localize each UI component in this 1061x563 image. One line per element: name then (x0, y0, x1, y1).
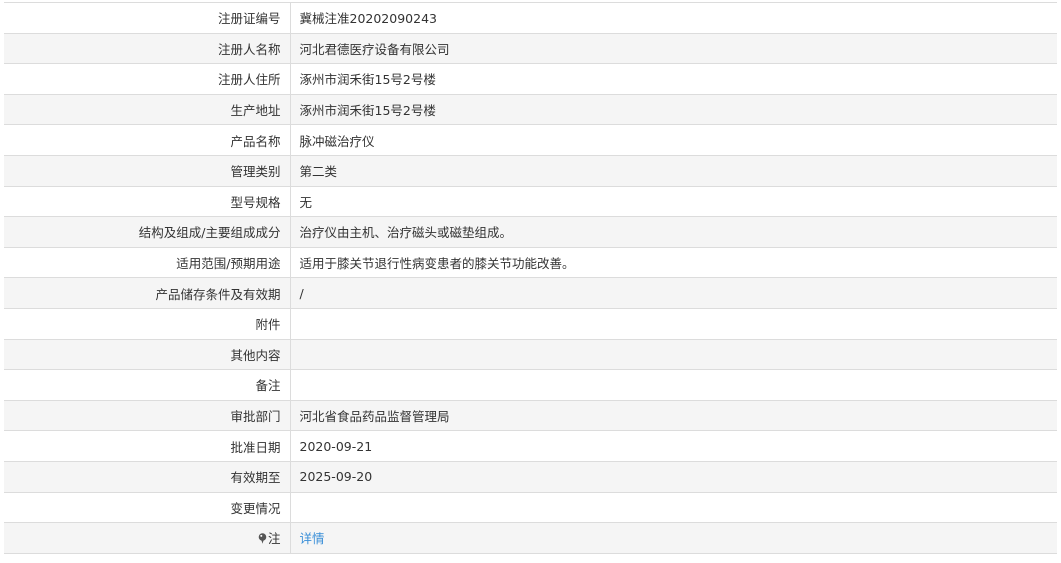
row-label: 其他内容 (4, 338, 291, 371)
row-value: 适用于膝关节退行性病变患者的膝关节功能改善。 (290, 246, 1057, 279)
note-label-cell: 注 (4, 522, 291, 554)
table-row: 注册证编号 冀械注准20202090243 (4, 2, 1057, 34)
row-value: 治疗仪由主机、治疗磁头或磁垫组成。 (290, 216, 1057, 248)
pin-icon (258, 532, 267, 545)
table-row: 产品储存条件及有效期 / (4, 277, 1057, 309)
row-label: 审批部门 (4, 399, 291, 432)
row-value: 2020-09-21 (290, 430, 1057, 462)
table-row: 适用范围/预期用途 适用于膝关节退行性病变患者的膝关节功能改善。 (4, 246, 1057, 279)
table-row: 产品名称 脉冲磁治疗仪 (4, 124, 1057, 156)
row-label: 变更情况 (4, 491, 291, 524)
row-label: 注册人住所 (4, 63, 291, 95)
table-row: 生产地址 涿州市润禾街15号2号楼 (4, 93, 1057, 126)
row-label: 生产地址 (4, 93, 291, 126)
row-value: 河北君德医疗设备有限公司 (290, 32, 1057, 65)
registration-detail-panel: 注册证编号 冀械注准20202090243 注册人名称 河北君德医疗设备有限公司… (4, 2, 1057, 554)
table-row: 注册人名称 河北君德医疗设备有限公司 (4, 32, 1057, 65)
row-value: 2025-09-20 (290, 460, 1057, 493)
row-value (290, 338, 1057, 371)
table-row: 其他内容 (4, 338, 1057, 371)
table-row: 附件 (4, 307, 1057, 340)
registration-info-table: 注册证编号 冀械注准20202090243 注册人名称 河北君德医疗设备有限公司… (4, 2, 1057, 554)
note-value-cell: 详情 (290, 522, 1057, 554)
row-value: / (290, 277, 1057, 309)
row-value: 涿州市润禾街15号2号楼 (290, 63, 1057, 95)
row-label: 备注 (4, 369, 291, 401)
table-row: 有效期至 2025-09-20 (4, 460, 1057, 493)
row-label: 批准日期 (4, 430, 291, 462)
row-label: 有效期至 (4, 460, 291, 493)
note-label: 注 (267, 531, 281, 547)
row-value: 冀械注准20202090243 (290, 2, 1057, 34)
row-value: 涿州市润禾街15号2号楼 (290, 93, 1057, 126)
row-label: 注册人名称 (4, 32, 291, 65)
table-row: 备注 (4, 369, 1057, 401)
table-row: 变更情况 (4, 491, 1057, 524)
row-value: 无 (290, 185, 1057, 218)
table-row: 型号规格 无 (4, 185, 1057, 218)
row-value (290, 491, 1057, 524)
row-value (290, 307, 1057, 340)
details-link[interactable]: 详情 (300, 531, 325, 546)
table-row: 批准日期 2020-09-21 (4, 430, 1057, 462)
row-label: 产品储存条件及有效期 (4, 277, 291, 309)
row-label: 型号规格 (4, 185, 291, 218)
table-row: 审批部门 河北省食品药品监督管理局 (4, 399, 1057, 432)
row-value: 第二类 (290, 154, 1057, 187)
row-value (290, 369, 1057, 401)
table-row: 结构及组成/主要组成成分 治疗仪由主机、治疗磁头或磁垫组成。 (4, 216, 1057, 248)
row-label: 结构及组成/主要组成成分 (4, 216, 291, 248)
row-label: 注册证编号 (4, 2, 291, 34)
row-label: 适用范围/预期用途 (4, 246, 291, 279)
row-label: 产品名称 (4, 124, 291, 156)
row-value: 河北省食品药品监督管理局 (290, 399, 1057, 432)
table-row: 注册人住所 涿州市润禾街15号2号楼 (4, 63, 1057, 95)
table-row-note: 注 详情 (4, 522, 1057, 554)
table-row: 管理类别 第二类 (4, 154, 1057, 187)
row-label: 管理类别 (4, 154, 291, 187)
row-label: 附件 (4, 307, 291, 340)
row-value: 脉冲磁治疗仪 (290, 124, 1057, 156)
